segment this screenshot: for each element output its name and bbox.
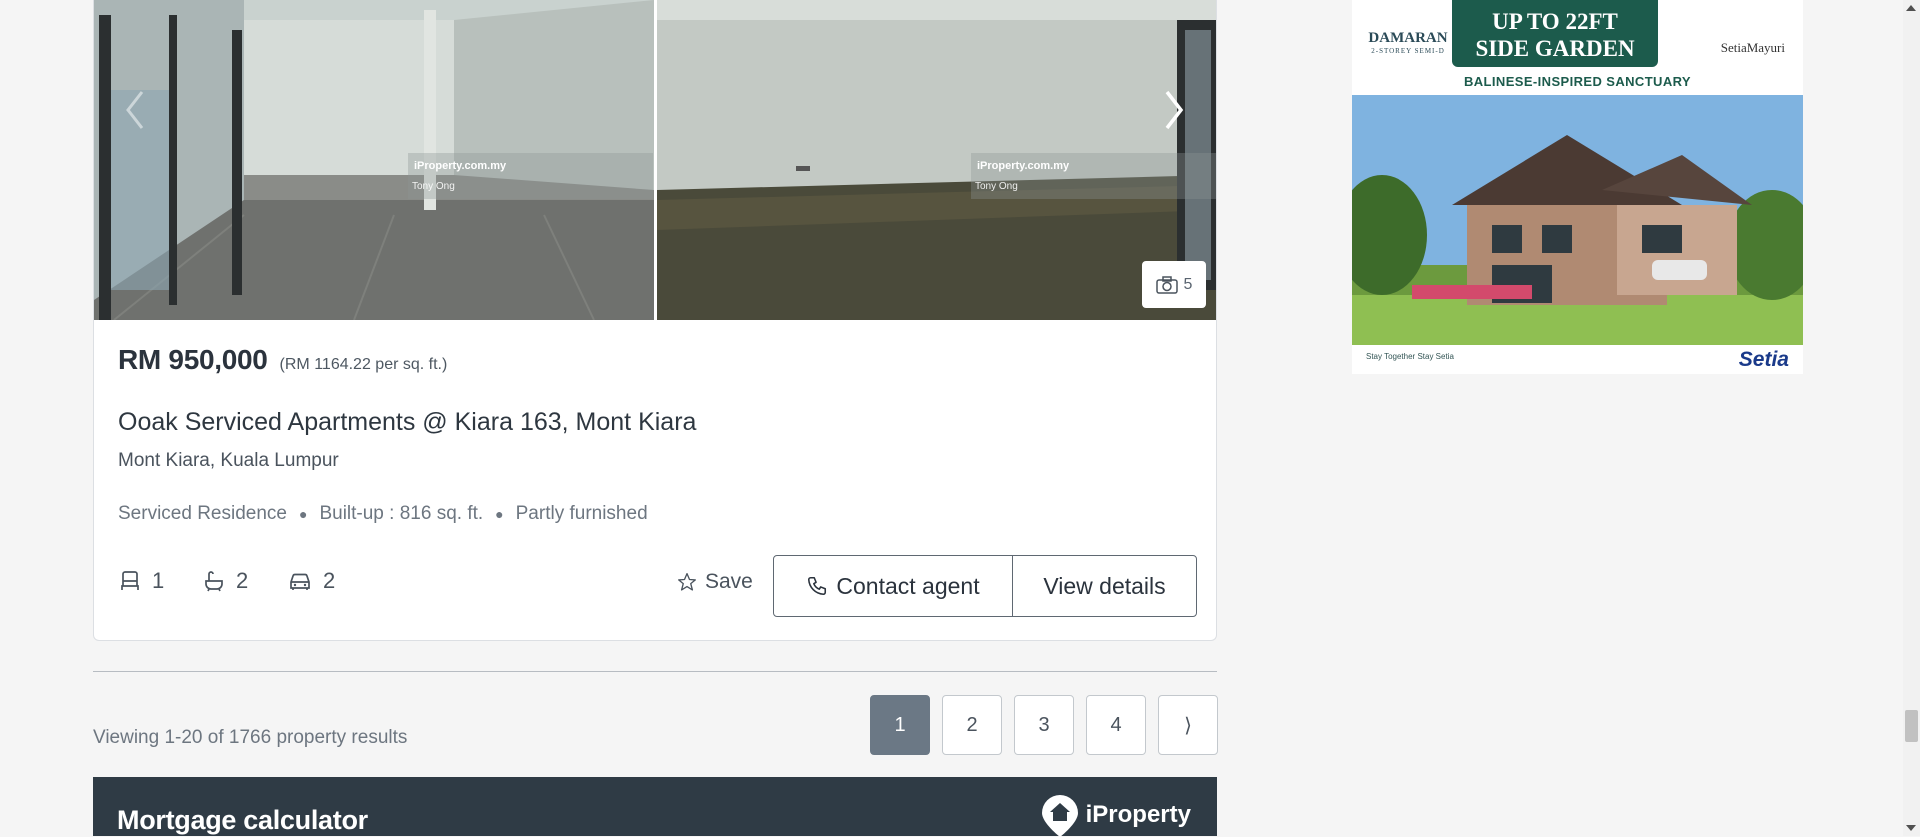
photo-watermark: iProperty.com.my Tony Ong bbox=[971, 153, 1216, 199]
listing-photo-2[interactable]: iProperty.com.my Tony Ong bbox=[657, 0, 1216, 320]
page-button-4[interactable]: 4 bbox=[1086, 695, 1146, 755]
photo-gallery[interactable]: iProperty.com.my Tony Ong iProperty.com.… bbox=[94, 0, 1216, 320]
ad-brand-name: DAMARAN bbox=[1368, 30, 1448, 46]
photo-count: 5 bbox=[1183, 275, 1193, 293]
parking-feature: 2 bbox=[287, 568, 335, 594]
ad-headline-box: UP TO 22FT SIDE GARDEN bbox=[1452, 0, 1658, 67]
prev-photo-arrow[interactable] bbox=[116, 82, 156, 138]
watermark-agent: Tony Ong bbox=[975, 181, 1018, 192]
ad-headline-1: UP TO 22FT bbox=[1492, 9, 1618, 34]
next-page-button[interactable]: ⟩ bbox=[1158, 695, 1218, 755]
page-button-2[interactable]: 2 bbox=[942, 695, 1002, 755]
vertical-scrollbar[interactable] bbox=[1903, 0, 1920, 836]
parking-count: 2 bbox=[323, 568, 336, 593]
price-per-sqft: (RM 1164.22 per sq. ft.) bbox=[279, 356, 448, 373]
ad-brand-logo: DAMARAN 2-STOREY SEMI-D bbox=[1358, 6, 1458, 55]
bed-icon bbox=[121, 571, 139, 590]
ad-brand-sub: 2-STOREY SEMI-D bbox=[1371, 47, 1445, 55]
chevron-left-icon bbox=[126, 91, 144, 129]
view-details-button[interactable]: View details bbox=[1013, 556, 1196, 616]
ad-project-logo: SetiaMayuri bbox=[1720, 40, 1785, 55]
house-pin-icon bbox=[1041, 795, 1078, 837]
bathrooms-count: 2 bbox=[236, 568, 249, 593]
camera-icon bbox=[1155, 275, 1178, 294]
next-photo-arrow[interactable] bbox=[1153, 82, 1193, 138]
photo-watermark: iProperty.com.my Tony Ong bbox=[408, 153, 653, 199]
separator-dot: ● bbox=[298, 506, 308, 522]
view-details-label: View details bbox=[1043, 572, 1166, 599]
chevron-right-icon bbox=[1165, 90, 1184, 130]
logo-text: iProperty bbox=[1085, 801, 1191, 828]
results-summary: Viewing 1-20 of 1766 property results bbox=[93, 727, 408, 748]
listing-title[interactable]: Ooak Serviced Apartments @ Kiara 163, Mo… bbox=[118, 408, 696, 437]
watermark-agent: Tony Ong bbox=[412, 181, 455, 192]
save-label: Save bbox=[705, 570, 753, 593]
ad-footer-slogan: Stay Together Stay Setia bbox=[1366, 352, 1454, 361]
listing-price: RM 950,000 bbox=[118, 344, 268, 375]
contact-agent-button[interactable]: Contact agent bbox=[774, 556, 1013, 616]
bathtub-icon bbox=[205, 571, 223, 592]
divider bbox=[93, 671, 1217, 672]
bedrooms-feature: 1 bbox=[118, 568, 164, 594]
contact-agent-label: Contact agent bbox=[836, 572, 980, 599]
watermark-brand: iProperty.com.my bbox=[414, 160, 507, 172]
photo-count-badge[interactable]: 5 bbox=[1142, 261, 1206, 308]
ad-house-image bbox=[1352, 95, 1803, 345]
page-button-3[interactable]: 3 bbox=[1014, 695, 1074, 755]
price-row: RM 950,000 (RM 1164.22 per sq. ft.) bbox=[118, 344, 447, 376]
ad-headline-2: SIDE GARDEN bbox=[1475, 36, 1635, 61]
ad-footer: Stay Together Stay Setia Setia bbox=[1352, 345, 1803, 374]
furnishing: Partly furnished bbox=[515, 503, 648, 524]
scroll-up-arrow-icon[interactable] bbox=[1906, 5, 1916, 11]
car-icon bbox=[290, 573, 310, 590]
bedrooms-count: 1 bbox=[152, 568, 165, 593]
bathrooms-feature: 2 bbox=[202, 568, 248, 594]
ad-tagline: BALINESE-INSPIRED SANCTUARY bbox=[1463, 74, 1691, 89]
separator-dot: ● bbox=[495, 506, 504, 522]
listing-attributes: Serviced Residence ● Built-up : 816 sq. … bbox=[118, 503, 648, 525]
built-up-size: Built-up : 816 sq. ft. bbox=[319, 503, 484, 524]
phone-icon bbox=[808, 576, 827, 596]
watermark-brand: iProperty.com.my bbox=[977, 160, 1070, 172]
ad-footer-brand: Setia bbox=[1738, 348, 1789, 371]
action-buttons: Contact agent View details bbox=[773, 555, 1197, 617]
star-icon bbox=[678, 573, 696, 591]
scroll-down-arrow-icon[interactable] bbox=[1906, 825, 1916, 831]
scrollbar-thumb[interactable] bbox=[1905, 710, 1918, 742]
listing-card[interactable]: iProperty.com.my Tony Ong iProperty.com.… bbox=[93, 0, 1217, 641]
page-button-1[interactable]: 1 bbox=[870, 695, 930, 755]
ad-header: DAMARAN 2-STOREY SEMI-D UP TO 22FT SIDE … bbox=[1352, 0, 1803, 95]
listing-location: Mont Kiara, Kuala Lumpur bbox=[118, 450, 339, 471]
listing-photo-1[interactable]: iProperty.com.my Tony Ong bbox=[94, 0, 654, 320]
mortgage-calculator-title: Mortgage calculator bbox=[117, 805, 368, 835]
mortgage-calculator-section: Mortgage calculator iProperty bbox=[93, 777, 1217, 837]
iproperty-logo: iProperty bbox=[1040, 793, 1191, 837]
advertisement-banner[interactable]: DAMARAN 2-STOREY SEMI-D UP TO 22FT SIDE … bbox=[1352, 0, 1803, 374]
property-type: Serviced Residence bbox=[118, 503, 287, 524]
save-button[interactable]: Save bbox=[677, 570, 753, 594]
